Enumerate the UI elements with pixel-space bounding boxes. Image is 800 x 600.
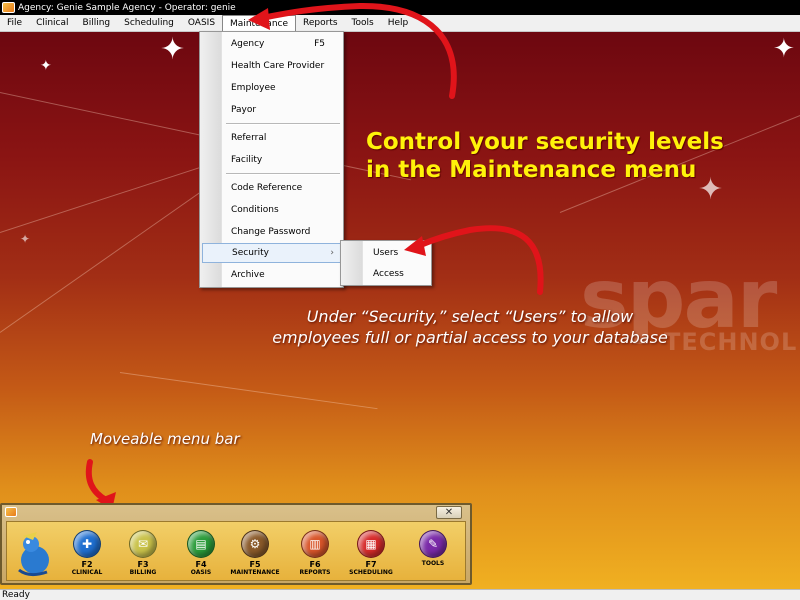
toolbar-button-label: TOOLS <box>421 560 445 567</box>
sparkle-icon: ✦ <box>773 34 795 64</box>
watermark-logo-sub: TECHNOL <box>664 328 798 356</box>
toolbar-button-oasis[interactable]: ▤ F4 OASIS <box>173 528 229 580</box>
status-bar: Ready <box>0 589 800 600</box>
menu-item-health-care-provider[interactable]: Health Care Provider <box>202 56 341 76</box>
toolbar-button-key: F5 <box>249 560 261 569</box>
toolbar-button-label: SCHEDULING <box>349 569 393 576</box>
toolbar-button-key: F2 <box>81 560 93 569</box>
annotation-security-line2: employees full or partial access to your… <box>272 328 668 347</box>
maintenance-icon: ⚙ <box>241 530 269 558</box>
decor-ray <box>119 372 378 410</box>
reports-icon: ▥ <box>301 530 329 558</box>
toolbar-button-key: F6 <box>309 560 321 569</box>
annotation-moveable: Moveable menu bar <box>90 430 240 448</box>
menu-item-archive[interactable]: Archive <box>202 265 341 285</box>
maintenance-dropdown: Agency F5 Health Care Provider Employee … <box>199 31 344 288</box>
window-title: Agency: Genie Sample Agency - Operator: … <box>18 2 236 13</box>
menu-separator <box>226 173 340 175</box>
menu-item-shortcut: F5 <box>314 39 325 49</box>
security-submenu: Users Access <box>340 240 432 286</box>
menu-item-employee[interactable]: Employee <box>202 78 341 98</box>
toolbar-button-reports[interactable]: ▥ F6 REPORTS <box>287 528 343 580</box>
menu-reports[interactable]: Reports <box>296 15 345 32</box>
toolbar-button-label: MAINTENANCE <box>230 569 280 576</box>
menubar: File Clinical Billing Scheduling OASIS M… <box>0 14 800 32</box>
menu-separator <box>226 123 340 125</box>
menu-scheduling[interactable]: Scheduling <box>117 15 181 32</box>
menu-clinical[interactable]: Clinical <box>29 15 75 32</box>
tools-icon: ✎ <box>419 530 447 558</box>
menu-item-access[interactable]: Access <box>343 264 429 284</box>
genie-mascot-icon <box>18 532 49 577</box>
toolbar-close-button[interactable]: ✕ <box>436 506 462 519</box>
toolbar-button-tools[interactable]: ✎ TOOLS <box>405 528 461 580</box>
toolbar-button-maintenance[interactable]: ⚙ F5 MAINTENANCE <box>227 528 283 580</box>
submenu-arrow-icon: › <box>330 248 334 258</box>
billing-icon: ✉ <box>129 530 157 558</box>
annotation-heading-line2: in the Maintenance menu <box>366 157 697 183</box>
toolbar-button-billing[interactable]: ✉ F3 BILLING <box>115 528 171 580</box>
menu-item-label: Security <box>232 248 269 258</box>
scheduling-icon: ▦ <box>357 530 385 558</box>
toolbar-drag-handle[interactable]: ✕ <box>2 505 470 520</box>
toolbar-app-icon <box>5 507 17 517</box>
app-icon[interactable] <box>2 2 15 13</box>
menu-item-conditions[interactable]: Conditions <box>202 200 341 220</box>
menu-item-security[interactable]: Security › <box>202 243 341 263</box>
toolbar-button-label: REPORTS <box>299 569 331 576</box>
oasis-icon: ▤ <box>187 530 215 558</box>
menu-tools[interactable]: Tools <box>345 15 381 32</box>
window-titlebar: Agency: Genie Sample Agency - Operator: … <box>0 0 800 15</box>
annotation-heading-line1: Control your security levels <box>366 129 724 155</box>
toolbar-button-scheduling[interactable]: ▦ F7 SCHEDULING <box>343 528 399 580</box>
toolbar-button-key: F7 <box>365 560 377 569</box>
clinical-icon: ✚ <box>73 530 101 558</box>
menu-item-label: Agency <box>231 39 265 49</box>
toolbar-body: ✚ F2 CLINICAL ✉ F3 BILLING ▤ F4 OASIS ⚙ … <box>6 521 466 581</box>
menu-item-facility[interactable]: Facility <box>202 150 341 170</box>
moveable-toolbar[interactable]: ✕ ✚ F2 CLINICAL ✉ F3 BILLING ▤ F4 OASIS … <box>0 503 472 585</box>
menu-maintenance[interactable]: Maintenance <box>222 14 297 32</box>
menu-file[interactable]: File <box>0 15 29 32</box>
menu-item-code-reference[interactable]: Code Reference <box>202 178 341 198</box>
menu-item-payor[interactable]: Payor <box>202 100 341 120</box>
toolbar-button-clinical[interactable]: ✚ F2 CLINICAL <box>59 528 115 580</box>
sparkle-icon: ✦ <box>20 232 31 246</box>
sparkle-icon: ✦ <box>40 58 52 74</box>
menu-oasis[interactable]: OASIS <box>181 15 222 32</box>
annotation-security-line1: Under “Security,” select “Users” to allo… <box>306 307 634 326</box>
toolbar-button-key: F3 <box>137 560 149 569</box>
menu-item-referral[interactable]: Referral <box>202 128 341 148</box>
toolbar-button-label: CLINICAL <box>71 569 103 576</box>
toolbar-button-label: OASIS <box>190 569 212 576</box>
sparkle-icon: ✦ <box>160 32 186 67</box>
menu-item-change-password[interactable]: Change Password <box>202 222 341 242</box>
annotation-heading: Control your security levels in the Main… <box>366 128 786 184</box>
toolbar-button-label: BILLING <box>129 569 157 576</box>
menu-help[interactable]: Help <box>381 15 416 32</box>
menu-item-users[interactable]: Users <box>343 243 429 263</box>
menu-billing[interactable]: Billing <box>76 15 118 32</box>
annotation-security: Under “Security,” select “Users” to allo… <box>260 306 680 348</box>
menu-item-agency[interactable]: Agency F5 <box>202 34 341 54</box>
toolbar-button-key: F4 <box>195 560 207 569</box>
